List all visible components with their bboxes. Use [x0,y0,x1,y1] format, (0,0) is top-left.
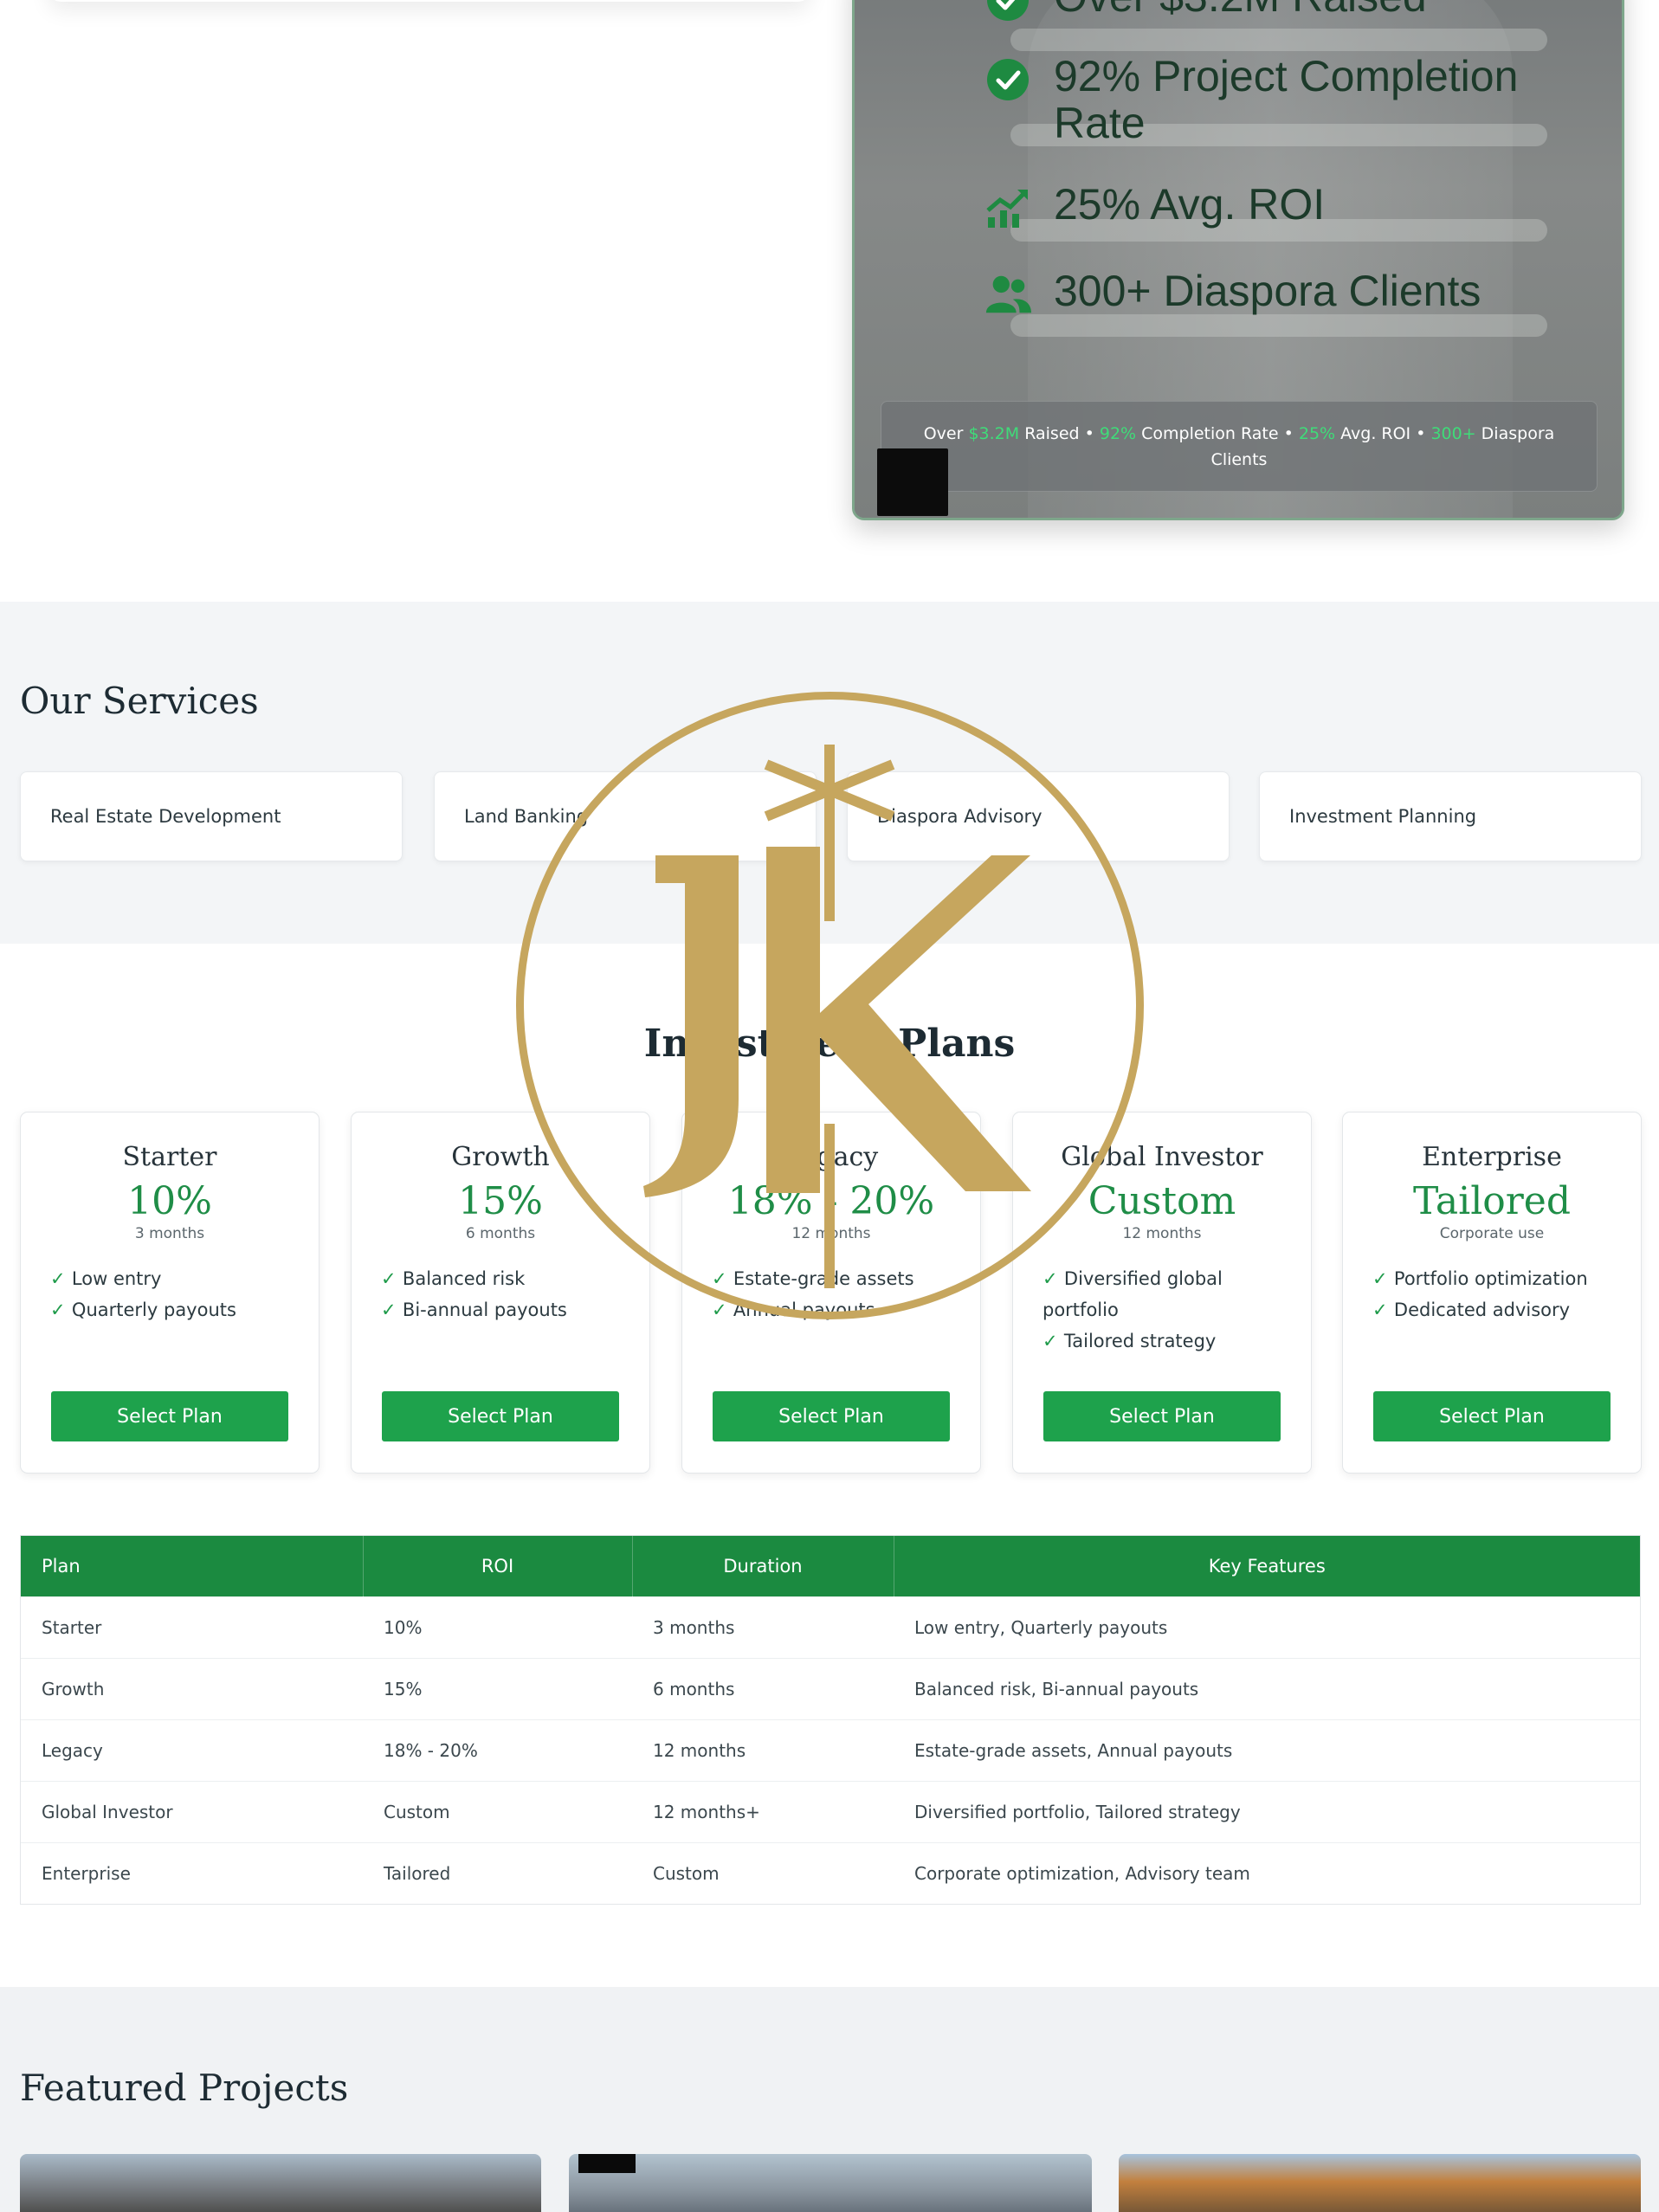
table-cell: Growth [21,1657,363,1719]
service-card-real-estate[interactable]: Real Estate Development [20,771,403,861]
stats-summary-banner: Over $3.2M Raised • 92% Completion Rate … [881,401,1598,492]
plan-feature: Low entry [50,1263,289,1294]
services-title: Our Services [20,680,259,722]
project-badge [578,2154,636,2173]
table-row: Starter 10% 3 months Low entry, Quarterl… [21,1596,1640,1658]
banner-highlight: 300+ [1430,423,1476,443]
check-circle-icon [984,0,1031,23]
project-card-image[interactable] [20,2154,541,2212]
banner-text: Raised • [1019,423,1100,443]
table-header-features: Key Features [894,1536,1640,1596]
table-cell: Global Investor [21,1780,363,1842]
table-cell: 6 months [632,1657,894,1719]
select-plan-button[interactable]: Select Plan [713,1391,950,1441]
stat-funds-raised: Over $3.2M Raised [984,0,1573,23]
page: Over $3.2M Raised 92% Project Completion… [0,0,1659,2212]
plan-roi: Tailored [1412,1179,1572,1223]
table-cell: 12 months [632,1719,894,1781]
table-cell: Enterprise [21,1841,363,1904]
table-cell: 15% [363,1657,632,1719]
select-plan-button[interactable]: Select Plan [51,1391,288,1441]
table-row: Growth 15% 6 months Balanced risk, Bi-an… [21,1657,1640,1719]
table-cell: Estate-grade assets, Annual payouts [894,1719,1640,1781]
plan-card-enterprise: Enterprise Tailored Corporate use Portfo… [1342,1112,1642,1474]
stat-completion-rate: 92% Project Completion Rate [984,53,1556,146]
table-cell: Corporate optimization, Advisory team [894,1841,1640,1904]
table-header-row: Plan ROI Duration Key Features [21,1536,1640,1596]
table-row: Enterprise Tailored Custom Corporate opt… [21,1841,1640,1904]
project-card-image[interactable] [1119,2154,1641,2212]
service-card-investment-planning[interactable]: Investment Planning [1259,771,1642,861]
plan-features: Low entry Quarterly payouts [21,1263,319,1325]
plan-features: Portfolio optimization Dedicated advisor… [1343,1263,1641,1325]
table-row: Legacy 18% - 20% 12 months Estate-grade … [21,1719,1640,1781]
company-stamp-logo [877,448,948,516]
plan-roi: 10% [127,1179,212,1223]
stat-text: Over $3.2M Raised [1054,0,1573,20]
stat-text: 25% Avg. ROI [1054,180,1326,229]
plan-feature: Quarterly payouts [50,1294,289,1325]
plans-table: Plan ROI Duration Key Features Starter 1… [21,1536,1640,1904]
banner-highlight: 25% [1298,423,1336,443]
building-floor [1010,29,1547,51]
hero-section: Over $3.2M Raised 92% Project Completion… [0,0,1659,602]
stats-summary-text: Over $3.2M Raised • 92% Completion Rate … [916,421,1562,473]
stat-text: 300+ Diaspora Clients [1054,267,1481,315]
table-header-plan: Plan [21,1536,364,1596]
hero-text-card [48,0,810,2]
plan-name: Enterprise [1422,1142,1562,1172]
table-cell: 18% - 20% [363,1719,632,1781]
featured-title: Featured Projects [20,2067,349,2109]
stat-diaspora-clients: 300+ Diaspora Clients [984,268,1573,318]
banner-highlight: 92% [1099,423,1137,443]
jk-watermark-logo [516,692,1144,1319]
table-cell: Custom [632,1841,894,1904]
select-plan-button[interactable]: Select Plan [382,1391,619,1441]
plan-card-starter: Starter 10% 3 months Low entry Quarterly… [20,1112,320,1474]
plan-duration: Corporate use [1439,1225,1545,1242]
table-cell: Low entry, Quarterly payouts [894,1596,1640,1658]
featured-projects-section: Featured Projects [0,1987,1659,2212]
plan-feature: Tailored strategy [1043,1325,1281,1357]
banner-text: Avg. ROI • [1335,423,1431,443]
table-cell: 3 months [632,1596,894,1658]
users-icon [984,271,1031,318]
chart-trend-icon [984,184,1031,231]
table-row: Global Investor Custom 12 months+ Divers… [21,1780,1640,1842]
table-cell: Tailored [363,1841,632,1904]
table-cell: Balanced risk, Bi-annual payouts [894,1657,1640,1719]
plan-name: Starter [122,1142,217,1172]
hero-stats-card: Over $3.2M Raised 92% Project Completion… [852,0,1624,520]
plans-comparison-table: Plan ROI Duration Key Features Starter 1… [20,1535,1641,1905]
project-card-image[interactable] [569,2154,1092,2212]
check-circle-icon [984,56,1031,103]
banner-highlight: $3.2M [968,423,1020,443]
table-cell: Legacy [21,1719,363,1781]
table-cell: 12 months+ [632,1780,894,1842]
stat-avg-roi: 25% Avg. ROI [984,181,1573,231]
table-cell: Diversified portfolio, Tailored strategy [894,1780,1640,1842]
table-header-roi: ROI [363,1536,633,1596]
plan-feature: Portfolio optimization [1372,1263,1611,1294]
stat-text: 92% Project Completion Rate [1054,52,1519,147]
table-cell: 10% [363,1596,632,1658]
table-header-duration: Duration [632,1536,894,1596]
plan-feature: Dedicated advisory [1372,1294,1611,1325]
table-cell: Starter [21,1596,363,1658]
plan-duration: 3 months [134,1225,205,1242]
banner-text: Over [923,423,969,443]
banner-text: Completion Rate • [1136,423,1299,443]
table-cell: Custom [363,1780,632,1842]
select-plan-button[interactable]: Select Plan [1043,1391,1281,1441]
select-plan-button[interactable]: Select Plan [1373,1391,1611,1441]
